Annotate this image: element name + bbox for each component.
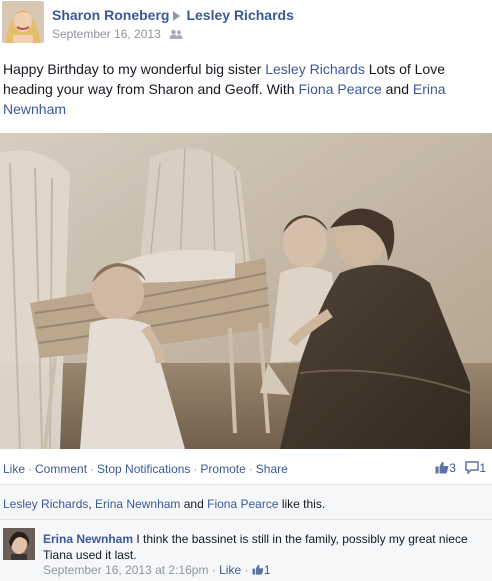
separator: · bbox=[28, 462, 33, 476]
like-button[interactable]: Like bbox=[3, 462, 25, 476]
tag-lesley-richards[interactable]: Lesley Richards bbox=[265, 61, 365, 77]
stop-notifications-button[interactable]: Stop Notifications bbox=[97, 462, 190, 476]
liker-fiona-pearce[interactable]: Fiona Pearce bbox=[207, 497, 278, 511]
separator: · bbox=[90, 462, 95, 476]
thumbs-up-icon bbox=[435, 461, 449, 474]
comment-timestamp[interactable]: September 16, 2013 at 2:16pm bbox=[43, 563, 208, 577]
likes-suffix: like this. bbox=[278, 497, 326, 511]
arrow-right-icon bbox=[173, 11, 181, 22]
recipient-name[interactable]: Lesley Richards bbox=[186, 7, 293, 23]
tag-fiona-pearce[interactable]: Fiona Pearce bbox=[298, 81, 381, 97]
divider bbox=[0, 519, 492, 520]
liker-erina-newnham[interactable]: Erina Newnham bbox=[95, 497, 180, 511]
post-timestamp-row: September 16, 2013 bbox=[52, 27, 183, 42]
separator: · bbox=[208, 563, 220, 577]
comment-count: 1 bbox=[479, 461, 486, 475]
comment-icon bbox=[465, 461, 480, 475]
comment-like-button[interactable]: Like bbox=[219, 563, 241, 577]
comment-meta: September 16, 2013 at 2:16pm · Like · 1 bbox=[43, 563, 271, 577]
audience-icon[interactable] bbox=[169, 28, 183, 42]
likes-sentence: Lesley Richards, Erina Newnham and Fiona… bbox=[3, 497, 325, 511]
separator: · bbox=[241, 563, 252, 577]
like-count-link[interactable]: 3 bbox=[435, 461, 459, 475]
comment-author[interactable]: Erina Newnham bbox=[43, 532, 133, 546]
comment-count-link[interactable]: 1 bbox=[465, 461, 486, 475]
likes-separator: and bbox=[180, 497, 208, 511]
comment-body: Erina Newnham I think the bassinet is st… bbox=[43, 531, 483, 563]
share-button[interactable]: Share bbox=[256, 462, 288, 476]
liker-lesley-richards[interactable]: Lesley Richards bbox=[3, 497, 88, 511]
post-photo[interactable] bbox=[0, 133, 492, 449]
promote-button[interactable]: Promote bbox=[200, 462, 245, 476]
comment-like-count: 1 bbox=[263, 563, 271, 577]
reaction-counts: 3 1 bbox=[435, 461, 486, 475]
post-date[interactable]: September 16, 2013 bbox=[52, 27, 161, 41]
comment-like-count-link[interactable]: 1 bbox=[252, 563, 271, 577]
commenter-avatar[interactable] bbox=[3, 528, 35, 560]
separator: · bbox=[248, 462, 253, 476]
comment-button[interactable]: Comment bbox=[35, 462, 87, 476]
author-name[interactable]: Sharon Roneberg bbox=[52, 7, 169, 23]
post-header: Sharon Roneberg Lesley Richards bbox=[52, 7, 294, 23]
post-text-part: Happy Birthday to my wonderful big siste… bbox=[3, 61, 266, 77]
post-actions: Like · Comment · Stop Notifications · Promote ·… bbox=[3, 462, 288, 476]
post-text-part: and bbox=[381, 81, 413, 97]
separator: · bbox=[193, 462, 198, 476]
post-message: Happy Birthday to my wonderful big siste… bbox=[3, 59, 483, 119]
like-count: 3 bbox=[449, 461, 456, 475]
thumbs-up-icon bbox=[252, 564, 264, 575]
author-avatar[interactable] bbox=[2, 1, 44, 43]
